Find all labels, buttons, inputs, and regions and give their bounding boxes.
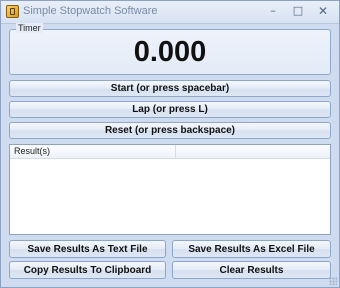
reset-button[interactable]: Reset (or press backspace) (9, 122, 331, 139)
column-header-empty[interactable] (176, 145, 330, 158)
start-button[interactable]: Start (or press spacebar) (9, 80, 331, 97)
timer-display: 0.000 (133, 36, 207, 68)
window-title: Simple Stopwatch Software (23, 5, 158, 17)
results-header: Result(s) (10, 145, 330, 159)
save-text-file-button[interactable]: Save Results As Text File (9, 240, 166, 258)
resize-grip-icon[interactable] (329, 277, 337, 285)
timer-label: Timer (16, 23, 43, 33)
maximize-button[interactable]: □ (286, 3, 310, 19)
save-excel-file-button[interactable]: Save Results As Excel File (172, 240, 331, 258)
copy-to-clipboard-button[interactable]: Copy Results To Clipboard (9, 261, 166, 279)
clear-results-button[interactable]: Clear Results (172, 261, 331, 279)
results-list[interactable]: Result(s) (9, 144, 331, 235)
title-bar[interactable]: Simple Stopwatch Software – □ ✕ (1, 1, 339, 24)
app-icon[interactable] (6, 5, 19, 18)
column-header-results[interactable]: Result(s) (10, 145, 176, 158)
minimize-button[interactable]: – (261, 3, 285, 19)
lap-button[interactable]: Lap (or press L) (9, 101, 331, 118)
close-button[interactable]: ✕ (311, 3, 335, 19)
app-window: Simple Stopwatch Software – □ ✕ Timer 0.… (0, 0, 340, 288)
timer-group: Timer 0.000 (9, 23, 331, 75)
